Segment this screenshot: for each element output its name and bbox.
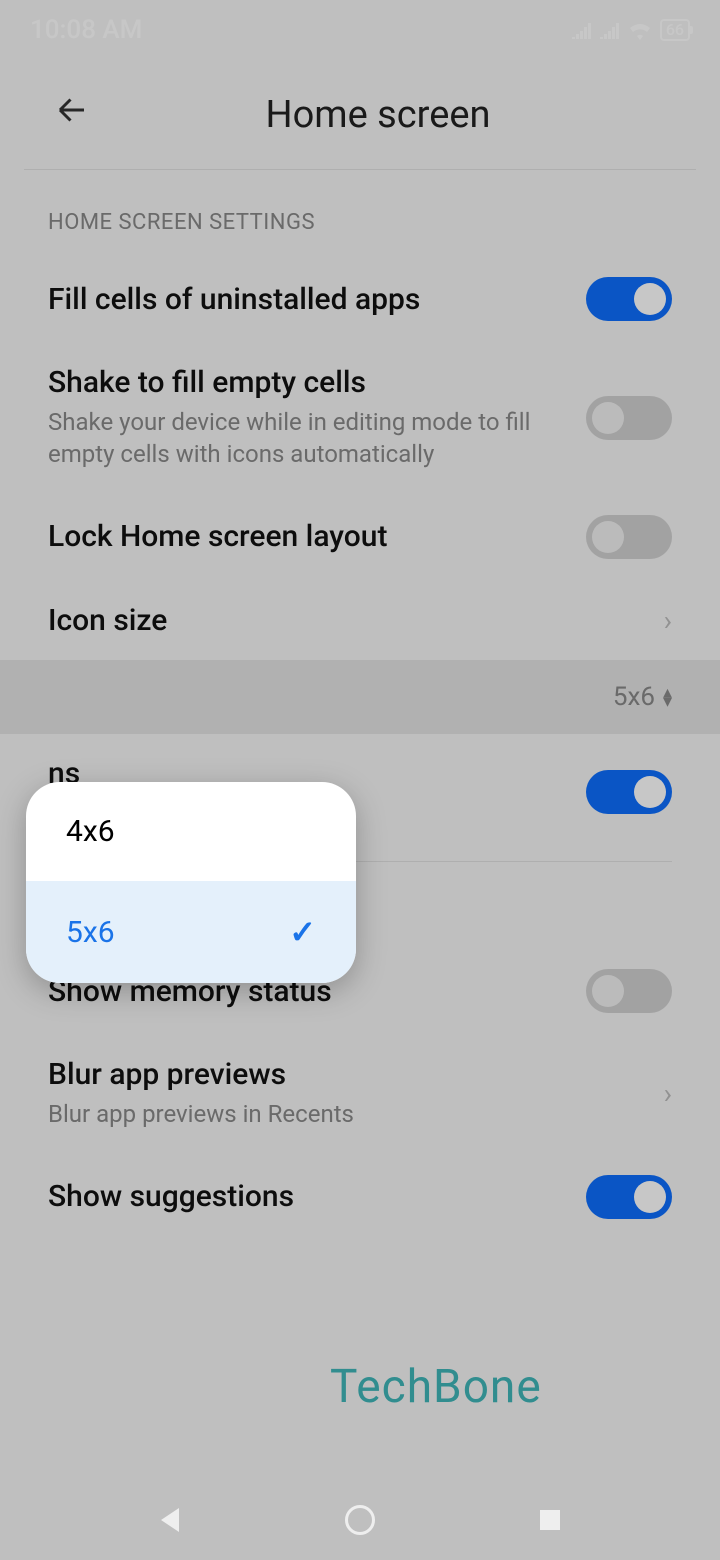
triangle-back-icon <box>161 1508 179 1532</box>
option-label: 4x6 <box>66 814 115 849</box>
layout-popup: 4x6 5x6 ✓ <box>26 782 356 983</box>
nav-recents-button[interactable] <box>530 1500 570 1540</box>
check-icon: ✓ <box>289 913 316 951</box>
nav-back-button[interactable] <box>150 1500 190 1540</box>
option-label: 5x6 <box>66 915 115 950</box>
system-navbar <box>0 1480 720 1560</box>
popup-option-5x6[interactable]: 5x6 ✓ <box>26 881 356 983</box>
circle-home-icon <box>345 1505 375 1535</box>
popup-option-4x6[interactable]: 4x6 <box>26 782 356 881</box>
nav-home-button[interactable] <box>340 1500 380 1540</box>
modal-scrim[interactable] <box>0 0 720 1560</box>
square-recents-icon <box>540 1510 560 1530</box>
